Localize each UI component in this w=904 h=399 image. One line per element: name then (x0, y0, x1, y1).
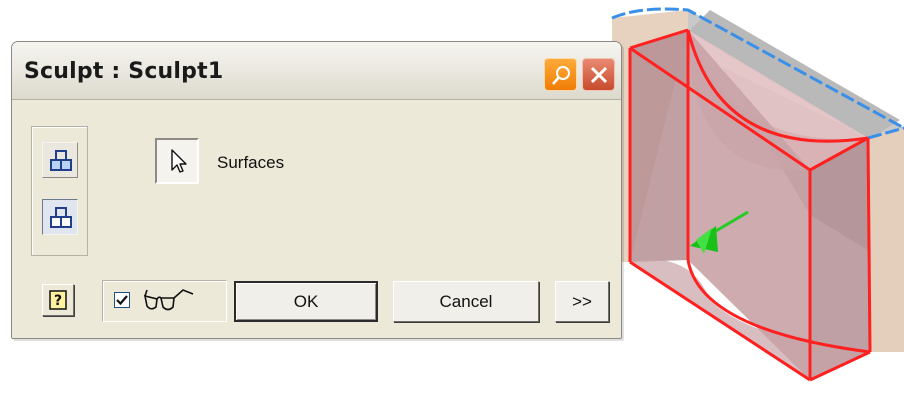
cad-viewport[interactable]: Sculpt : Sculpt1 Surfaces ? OK Cancel >> (0, 0, 904, 399)
remove-operation-button[interactable] (42, 199, 78, 235)
more-options-button[interactable]: >> (555, 281, 609, 322)
ok-button[interactable]: OK (234, 281, 378, 322)
svg-text:?: ? (54, 293, 62, 309)
surfaces-label: Surfaces (217, 153, 285, 172)
pin-icon (552, 66, 570, 85)
add-operation-button[interactable] (42, 142, 78, 178)
surfaces-select-button[interactable] (155, 138, 199, 184)
close-icon (590, 66, 608, 84)
title-bar[interactable]: Sculpt : Sculpt1 (12, 42, 621, 100)
help-button[interactable]: ? (42, 284, 74, 316)
checkmark-icon (116, 295, 128, 306)
dialog-body: Surfaces ? OK Cancel >> (12, 100, 621, 338)
remove-solid-icon (50, 207, 72, 228)
preview-checkbox[interactable] (114, 292, 130, 308)
pin-button[interactable] (544, 58, 577, 91)
model-view[interactable] (600, 0, 904, 399)
cancel-button[interactable]: Cancel (393, 281, 539, 322)
help-icon: ? (49, 290, 67, 310)
add-solid-icon (50, 150, 72, 171)
arrow-cursor-icon (171, 149, 187, 173)
glasses-icon (143, 289, 194, 311)
sculpt-area-right (868, 128, 904, 352)
dialog-title: Sculpt : Sculpt1 (24, 59, 224, 84)
preview-left-face (630, 30, 688, 262)
preview-group (102, 280, 227, 322)
operation-toggle-group (31, 126, 88, 256)
close-button[interactable] (582, 58, 615, 91)
sculpt-dialog: Sculpt : Sculpt1 Surfaces ? OK Cancel >> (11, 41, 622, 339)
